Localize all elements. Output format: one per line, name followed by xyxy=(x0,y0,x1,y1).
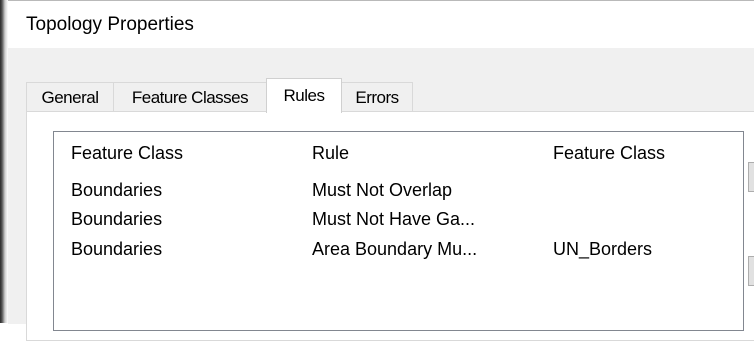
screen: Topology Properties General Feature Clas… xyxy=(0,0,754,341)
tab-feature-classes[interactable]: Feature Classes xyxy=(113,82,267,112)
window-edge-shadow xyxy=(0,0,8,323)
cell-feature-class-2: UN_Borders xyxy=(553,239,653,259)
window-title: Topology Properties xyxy=(26,14,194,35)
rules-tab-panel: Feature Class Rule Feature Class Boundar… xyxy=(26,111,754,341)
list-header: Feature Class Rule Feature Class xyxy=(54,132,743,172)
rules-list[interactable]: Feature Class Rule Feature Class Boundar… xyxy=(53,131,744,331)
tab-errors[interactable]: Errors xyxy=(341,82,413,112)
column-header-feature-class-2[interactable]: Feature Class xyxy=(553,143,665,164)
column-header-rule[interactable]: Rule xyxy=(312,143,349,164)
list-row[interactable]: Boundaries Area Boundary Mu... UN_Border… xyxy=(54,236,743,264)
cell-feature-class: Boundaries xyxy=(71,209,163,229)
cell-feature-class: Boundaries xyxy=(71,239,163,259)
column-header-feature-class[interactable]: Feature Class xyxy=(71,143,183,164)
list-row[interactable]: Boundaries Must Not Overlap xyxy=(54,177,743,205)
tab-rules[interactable]: Rules xyxy=(266,78,342,113)
cell-feature-class: Boundaries xyxy=(71,180,163,200)
cell-rule: Must Not Overlap xyxy=(312,180,453,200)
dialog-body: General Feature Classes Rules Errors Fea… xyxy=(8,48,754,341)
add-rule-button[interactable] xyxy=(748,162,754,192)
cell-rule: Must Not Have Ga... xyxy=(312,209,476,229)
tab-general[interactable]: General xyxy=(26,82,114,112)
title-bar[interactable]: Topology Properties xyxy=(8,2,754,48)
cell-rule: Area Boundary Mu... xyxy=(312,239,478,259)
remove-rule-button[interactable] xyxy=(748,256,754,286)
topology-properties-dialog: Topology Properties General Feature Clas… xyxy=(8,0,754,341)
list-row[interactable]: Boundaries Must Not Have Ga... xyxy=(54,206,743,234)
